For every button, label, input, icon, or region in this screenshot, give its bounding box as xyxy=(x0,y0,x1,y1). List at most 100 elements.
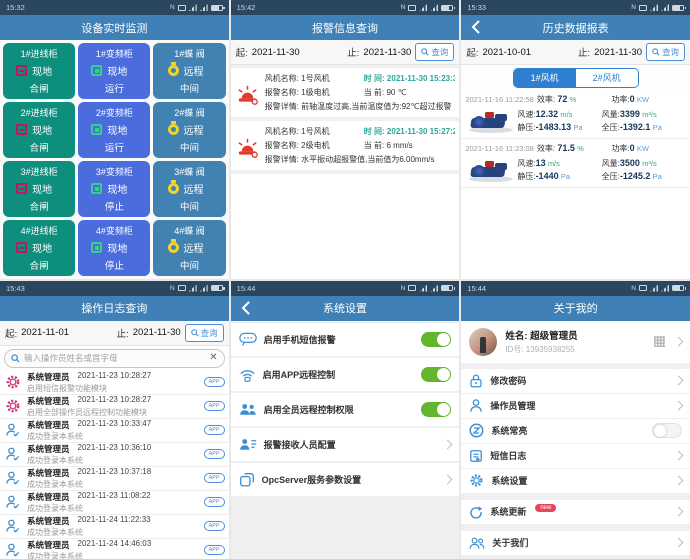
qr-code-icon[interactable] xyxy=(654,336,665,347)
back-icon[interactable] xyxy=(469,20,483,34)
toggle-app-remote[interactable] xyxy=(421,367,451,382)
date-to-value[interactable]: 2021-11-30 xyxy=(133,327,181,338)
alarm-item[interactable]: 风机名称: 1号风机时 间: 2021-11-30 15:27:26 报警名称:… xyxy=(231,121,460,174)
device-tile-vfd-4[interactable]: 4#变频柜现地停止 xyxy=(78,220,150,276)
log-action: 成功登录本系统 xyxy=(27,503,199,514)
toggle-sms-alarm[interactable] xyxy=(421,332,451,347)
toggle-screen-always-on[interactable] xyxy=(652,423,682,438)
search-icon xyxy=(652,48,660,56)
log-timestamp: 2021-11-23 10:28:27 xyxy=(78,371,152,383)
date-filter-row: 起: 2021-11-30 止: 2021-11-30 查询 xyxy=(231,40,460,65)
chevron-right-icon xyxy=(674,476,684,486)
menu-label: 修改密码 xyxy=(490,374,668,387)
date-to-label: 止: xyxy=(578,45,590,59)
page-title: 历史数据报表 xyxy=(543,20,609,36)
always-on-icon xyxy=(469,423,484,438)
log-entry[interactable]: 系统管理员2021-11-23 11:08:22成功登录本系统APP xyxy=(0,491,229,515)
page-header: 历史数据报表 xyxy=(461,15,690,40)
windspeed-unit: m/s xyxy=(548,159,560,168)
vfd-icon xyxy=(91,124,102,135)
history-record[interactable]: 2021-11-16 11:22:58效率: 72 %功率:0 KW 风速:12… xyxy=(461,90,690,139)
signal-icon xyxy=(430,4,438,11)
power-label: 功率: xyxy=(611,144,629,153)
date-from-value[interactable]: 2021-10-01 xyxy=(482,47,531,58)
device-tile-vfd-3[interactable]: 3#变频柜现地停止 xyxy=(78,161,150,217)
date-from-value[interactable]: 2021-11-30 xyxy=(252,47,300,58)
device-name: 4#变频柜 xyxy=(81,224,147,237)
query-button[interactable]: 查询 xyxy=(185,324,224,342)
log-user: 系统管理员 xyxy=(27,467,70,479)
menu-screen-always-on[interactable]: 系统常亮 xyxy=(461,419,690,444)
device-state: 合闸 xyxy=(6,199,72,213)
operator-search-input[interactable] xyxy=(24,353,205,363)
chevron-right-icon xyxy=(674,401,684,411)
device-mode: 远程 xyxy=(184,63,204,78)
back-icon[interactable] xyxy=(239,301,253,315)
setting-alarm-receivers[interactable]: 报警接收人员配置 xyxy=(231,428,460,461)
query-button[interactable]: 查询 xyxy=(415,43,454,61)
device-name: 2#进线柜 xyxy=(6,106,72,119)
log-entry[interactable]: 系统管理员2021-11-24 11:22:33成功登录本系统APP xyxy=(0,515,229,539)
device-tile-valve-4[interactable]: 4#蝶 阀远程中间 xyxy=(153,220,225,276)
device-tile-incoming-4[interactable]: 4#进线柜现地合闸 xyxy=(3,220,75,276)
log-entry[interactable]: 系统管理员2021-11-23 10:28:27启用全部操作员远程控制功能模块A… xyxy=(0,395,229,419)
setting-sms-alarm[interactable]: 启用手机短信报警 xyxy=(231,323,460,356)
log-entry[interactable]: 系统管理员2021-11-24 14:46:03成功登录本系统APP xyxy=(0,539,229,559)
device-tile-incoming-2[interactable]: 2#进线柜现地合闸 xyxy=(3,102,75,158)
menu-sms-log[interactable]: 短信日志 xyxy=(461,444,690,469)
date-from-value[interactable]: 2021-11-01 xyxy=(21,327,69,338)
log-user: 系统管理员 xyxy=(27,443,70,455)
tab-fan-2[interactable]: 2#风机 xyxy=(576,69,638,87)
menu-operator-management[interactable]: 操作员管理 xyxy=(461,394,690,419)
totalpressure-value: -1245.2 xyxy=(620,171,651,181)
log-action: 成功登录本系统 xyxy=(27,479,199,490)
menu-system-settings[interactable]: 系统设置 xyxy=(461,469,690,494)
alarm-item[interactable]: 风机名称: 1号风机时 间: 2021-11-30 15:23:36 报警名称:… xyxy=(231,65,460,121)
log-entry[interactable]: 系统管理员2021-11-23 10:33:47成功登录本系统APP xyxy=(0,419,229,443)
log-entry[interactable]: 系统管理员2021-11-23 10:28:27启用短信报警功能模块APP xyxy=(0,371,229,395)
battery-icon xyxy=(441,285,453,291)
search-icon xyxy=(11,354,20,363)
query-button[interactable]: 查询 xyxy=(646,43,685,61)
record-timestamp: 2021-11-16 11:22:58 xyxy=(465,95,534,104)
menu-change-password[interactable]: 修改密码 xyxy=(461,369,690,394)
date-to-label: 止: xyxy=(347,45,359,59)
profile-card[interactable]: 姓名: 超级管理员 ID号: 13935938255 xyxy=(461,321,690,363)
device-tile-valve-3[interactable]: 3#蝶 阀远程中间 xyxy=(153,161,225,217)
login-user-icon xyxy=(5,494,21,510)
date-to-value[interactable]: 2021-11-30 xyxy=(363,47,411,58)
totalpressure-unit: Pa xyxy=(653,123,662,132)
toggle-all-users-remote[interactable] xyxy=(421,402,451,417)
log-list: 系统管理员2021-11-23 10:28:27启用短信报警功能模块APP系统管… xyxy=(0,371,229,559)
history-record[interactable]: 2021-11-16 11:23:08效率: 71.5 %功率:0 KW 风速:… xyxy=(461,139,690,188)
menu-about-us[interactable]: 关于我们 xyxy=(461,531,690,556)
log-timestamp: 2021-11-23 10:37:18 xyxy=(78,467,152,479)
device-name: 4#进线柜 xyxy=(6,224,72,237)
fan-name-label: 风机名称: xyxy=(265,127,299,136)
setting-label: OpcServer服务参数设置 xyxy=(262,473,438,486)
device-tile-valve-2[interactable]: 2#蝶 阀远程中间 xyxy=(153,102,225,158)
menu-system-update[interactable]: 系统更新 new xyxy=(461,500,690,525)
device-tile-valve-1[interactable]: 1#蝶 阀远程中间 xyxy=(153,43,225,99)
power-value: 0 xyxy=(630,143,635,153)
setting-opcserver-params[interactable]: OpcServer服务参数设置 xyxy=(231,463,460,496)
date-to-value[interactable]: 2021-11-30 xyxy=(594,47,642,58)
alarm-name-label: 报警名称: xyxy=(265,88,299,97)
setting-app-remote[interactable]: 启用APP远程控制 xyxy=(231,358,460,391)
page-title: 操作日志查询 xyxy=(81,300,147,316)
clear-icon[interactable]: ✕ xyxy=(209,353,217,363)
device-state: 合闸 xyxy=(6,140,72,154)
power-label: 功率: xyxy=(611,95,629,104)
tab-fan-1[interactable]: 1#风机 xyxy=(514,69,576,87)
device-tile-vfd-2[interactable]: 2#变频柜现地运行 xyxy=(78,102,150,158)
log-entry[interactable]: 系统管理员2021-11-23 10:36:10成功登录本系统APP xyxy=(0,443,229,467)
device-tile-vfd-1[interactable]: 1#变频柜现地运行 xyxy=(78,43,150,99)
log-user: 系统管理员 xyxy=(27,371,70,383)
device-tile-incoming-3[interactable]: 3#进线柜现地合闸 xyxy=(3,161,75,217)
menu-label: 系统设置 xyxy=(491,474,668,487)
status-icons: N xyxy=(631,285,684,292)
app-source-badge: APP xyxy=(204,377,225,387)
log-entry[interactable]: 系统管理员2021-11-23 10:37:18成功登录本系统APP xyxy=(0,467,229,491)
device-tile-incoming-1[interactable]: 1#进线柜现地合闸 xyxy=(3,43,75,99)
setting-all-users-remote[interactable]: 启用全员远程控制权限 xyxy=(231,393,460,426)
